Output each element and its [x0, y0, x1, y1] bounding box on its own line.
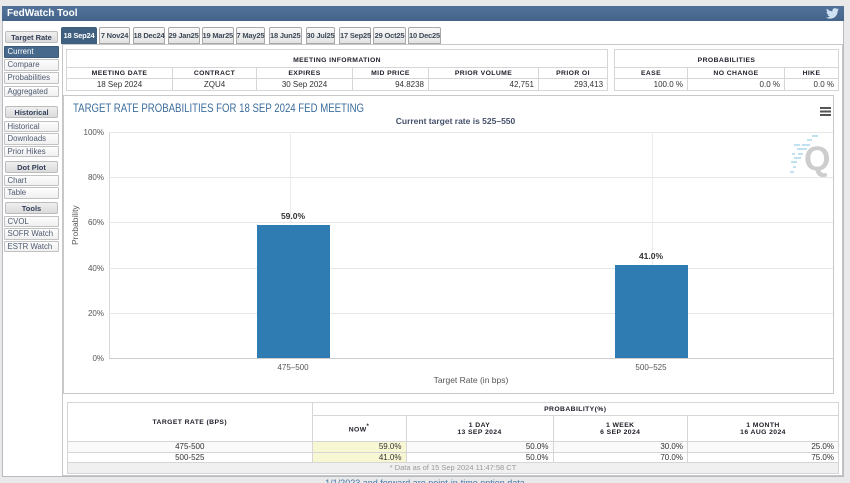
svg-text:Q: Q: [804, 140, 830, 178]
